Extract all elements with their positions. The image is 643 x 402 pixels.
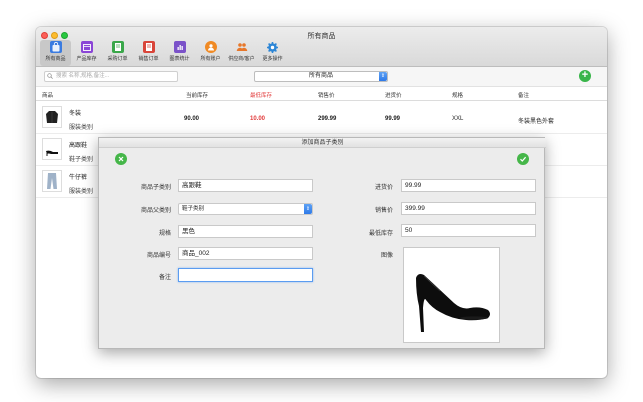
- parent-category-label: 商品父类别: [140, 208, 171, 214]
- note: 冬装黑色外套: [518, 119, 555, 125]
- toolbar-label: 更多操作: [262, 56, 283, 62]
- toolbar-label: 所有账户: [200, 56, 221, 62]
- search-icon: [47, 73, 53, 79]
- image-label: 图像: [380, 253, 393, 259]
- dialog-title: 添加商品子类别: [99, 138, 546, 148]
- column-header[interactable]: 备注: [518, 91, 529, 99]
- product-name: 冬装: [69, 111, 82, 117]
- toolbar-suppliers-customers[interactable]: 供应商/客户: [226, 40, 257, 66]
- product-name: 牛仔裤: [69, 175, 88, 181]
- people-icon: [236, 41, 248, 53]
- product-filter-select[interactable]: 所有商品 ⇕: [254, 71, 388, 82]
- parent-category-value: 鞋子类别: [182, 206, 205, 212]
- product-thumbnail: [42, 170, 62, 192]
- toolbar-more-actions[interactable]: 更多操作: [257, 40, 288, 66]
- product-code-label: 商品编号: [146, 253, 171, 259]
- toolbar-label: 产品库存: [76, 56, 97, 62]
- toolbar-all-accounts[interactable]: 所有账户: [195, 40, 226, 66]
- shoe-image: [46, 150, 58, 156]
- product-thumbnail: [42, 106, 62, 128]
- confirm-button[interactable]: [517, 153, 529, 165]
- toolbar-all-products[interactable]: 所有商品: [40, 40, 71, 66]
- check-icon: [520, 156, 527, 162]
- spec: XXL: [452, 116, 464, 122]
- bag-icon: [49, 41, 62, 53]
- note-field[interactable]: [178, 268, 313, 282]
- toolbar-chart-stats[interactable]: 图表统计: [164, 40, 195, 66]
- sales-order-icon: [142, 41, 155, 53]
- sale-price-label: 销售价: [374, 208, 393, 214]
- toolbar-label: 采购订单: [107, 56, 128, 62]
- chart-doc-icon: [173, 41, 186, 53]
- product-category: 服装类别: [69, 189, 94, 195]
- cost-price-field[interactable]: 99.99: [401, 179, 536, 192]
- cost-price-label: 进货价: [374, 185, 393, 191]
- column-header[interactable]: 销售价: [318, 91, 335, 99]
- toolbar-purchase-orders[interactable]: 采购订单: [102, 40, 133, 66]
- spec-field[interactable]: 黑色: [178, 225, 313, 238]
- column-header[interactable]: 进货价: [385, 91, 402, 99]
- add-subcategory-dialog: 添加商品子类别 商品子类别 高跟鞋 商品父类别 鞋子类别 ⇕ 规格 黑色 商品编…: [98, 137, 546, 349]
- toolbar-label: 图表统计: [169, 56, 190, 62]
- product-image-well[interactable]: [403, 247, 500, 343]
- parent-category-select[interactable]: 鞋子类别 ⇕: [178, 203, 313, 215]
- spec-label: 规格: [158, 231, 171, 237]
- toolbar-label: 销售订单: [138, 56, 159, 62]
- search-bar: 搜索 名称,规格,备注... 所有商品 ⇕ +: [36, 67, 607, 87]
- chevron-updown-icon: ⇕: [304, 204, 312, 214]
- min-stock: 10.00: [250, 116, 266, 122]
- coat-image: [46, 111, 58, 123]
- min-stock-label: 最低库存: [368, 231, 393, 237]
- search-input[interactable]: 搜索 名称,规格,备注...: [44, 71, 178, 82]
- cost-price: 99.99: [385, 116, 401, 122]
- purchase-order-icon: [111, 41, 124, 53]
- column-header[interactable]: 规格: [452, 91, 463, 99]
- product-category: 鞋子类别: [69, 157, 94, 163]
- sale-price-field[interactable]: 399.99: [401, 202, 536, 215]
- chevron-updown-icon: ⇕: [379, 72, 387, 81]
- column-header[interactable]: 最低库存: [250, 91, 272, 99]
- subcategory-field[interactable]: 高跟鞋: [178, 179, 313, 192]
- product-name: 高跟鞋: [69, 143, 88, 149]
- product-category: 服装类别: [69, 125, 94, 131]
- toolbar-product-stock[interactable]: 产品库存: [71, 40, 102, 66]
- close-icon: [118, 156, 124, 162]
- gear-icon: [267, 41, 279, 53]
- cancel-button[interactable]: [115, 153, 127, 165]
- product-code-field[interactable]: 商品_002: [178, 247, 313, 260]
- toolbar-label: 所有商品: [45, 56, 66, 62]
- filter-selected-value: 所有商品: [308, 73, 333, 79]
- subcategory-label: 商品子类别: [140, 185, 171, 191]
- note-label: 备注: [158, 275, 171, 281]
- toolbar: 所有商品 产品库存 采购订单 销售订单 图表统计 所有账户 供应商/客户 更多操…: [40, 40, 288, 66]
- toolbar-sales-orders[interactable]: 销售订单: [133, 40, 164, 66]
- table-header: 商品 当前库存 最低库存 销售价 进货价 规格 备注: [36, 87, 607, 101]
- title-bar: 所有商品 所有商品 产品库存 采购订单 销售订单 图表统计 所有账户 供应商/客…: [36, 27, 607, 67]
- jeans-image: [47, 173, 57, 189]
- add-product-button[interactable]: +: [579, 70, 591, 82]
- table-row[interactable]: 冬装 服装类别 90.00 10.00 299.99 99.99 XXL 冬装黑…: [36, 102, 607, 134]
- product-thumbnail: [42, 138, 62, 160]
- box-icon: [80, 41, 93, 53]
- min-stock-field[interactable]: 50: [401, 224, 536, 237]
- column-header[interactable]: 商品: [42, 91, 53, 99]
- column-header[interactable]: 当前库存: [186, 91, 208, 99]
- toolbar-label: 供应商/客户: [228, 56, 255, 62]
- account-icon: [204, 41, 217, 53]
- current-stock: 90.00: [184, 116, 200, 122]
- high-heel-shoe-image: [416, 274, 490, 332]
- sale-price: 299.99: [318, 116, 337, 122]
